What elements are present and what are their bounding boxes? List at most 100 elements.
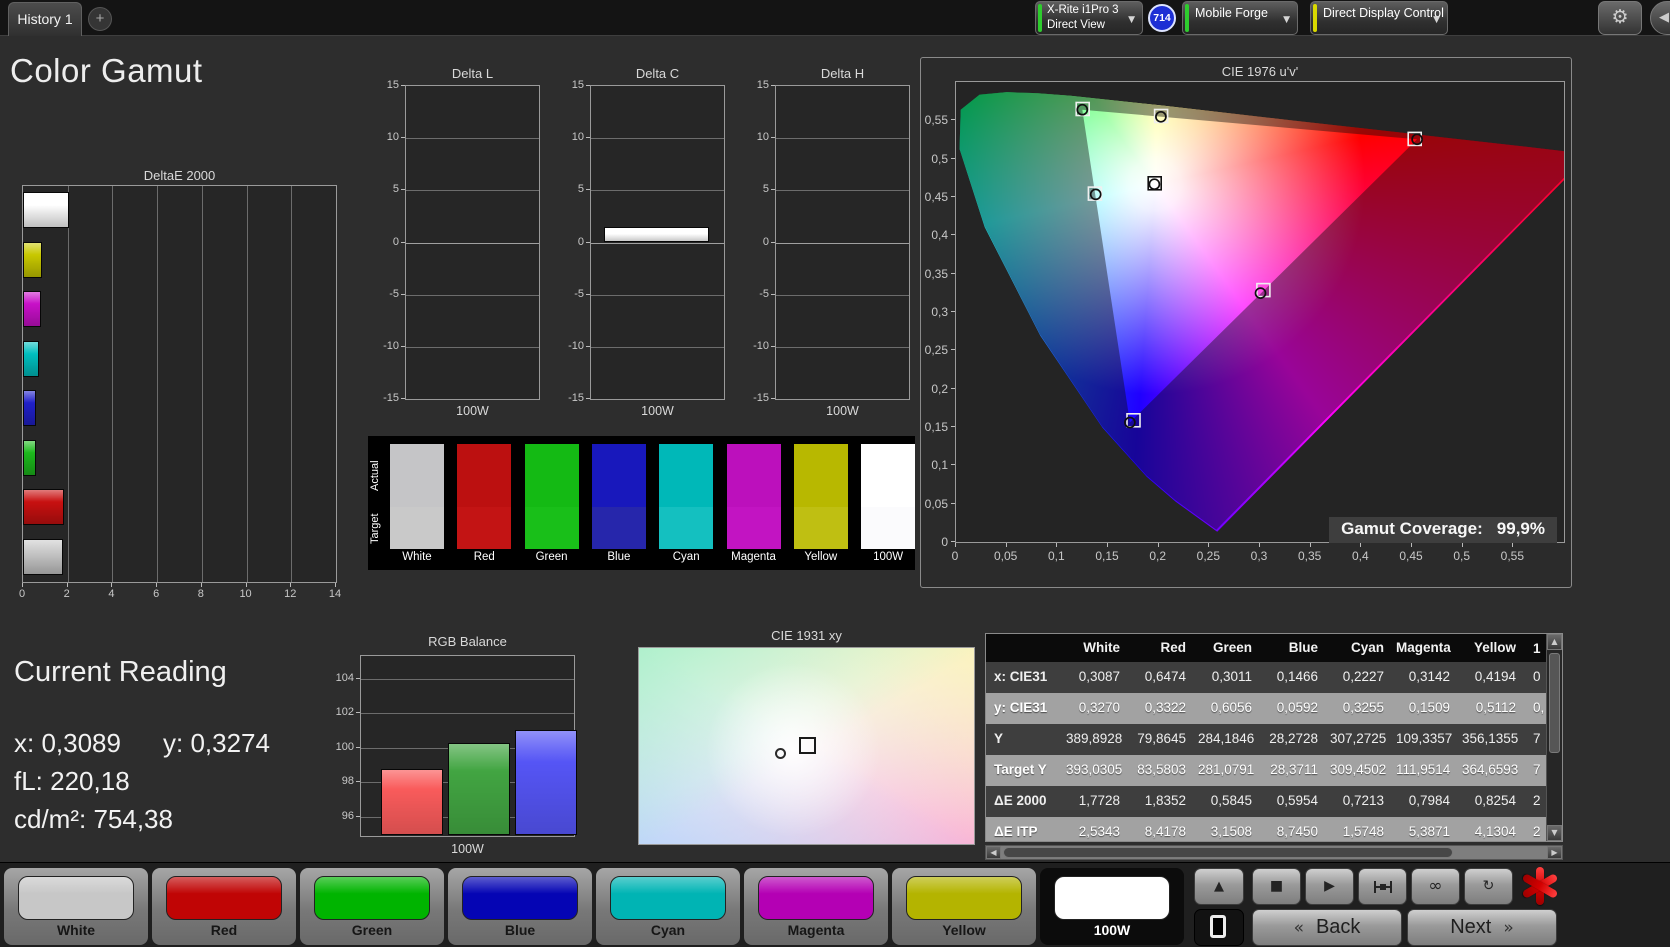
chevron-down-icon: ▼ (1433, 15, 1440, 25)
scroll-down-button[interactable]: ▼ (1547, 825, 1562, 841)
step-button[interactable] (1358, 868, 1407, 905)
axis-tick-label: -5 (389, 287, 399, 300)
new-tab-button[interactable]: + (88, 7, 112, 31)
gridline (246, 186, 248, 582)
red-asterisk-button[interactable] (1518, 865, 1562, 907)
pattern-swatch (166, 876, 282, 920)
gridline (157, 186, 159, 582)
cie-measured-marker-green (1076, 103, 1089, 116)
top-bar: History 1 + X-Rite i1Pro 3 Direct View ▼… (0, 0, 1670, 36)
table-header-blue: Blue (1264, 634, 1330, 662)
pattern-window-toggle-button[interactable] (1194, 909, 1244, 946)
table-cell-partial: 7 (1528, 724, 1546, 755)
axis-tick-label: -5 (759, 287, 769, 300)
axis-tick-label: 0 (951, 549, 959, 563)
next-chevron-icon: » (1503, 917, 1514, 938)
gamut-coverage-label: Gamut Coverage: (1341, 519, 1483, 538)
axis-tick (401, 241, 405, 243)
axis-tick-label: 0,1 (1047, 549, 1065, 563)
scroll-thumb[interactable] (1003, 847, 1453, 858)
table-cell: 0,8254 (1462, 786, 1528, 817)
pattern-button-cyan[interactable]: Cyan (596, 868, 740, 945)
axis-tick (290, 583, 292, 587)
axis-tick (356, 781, 360, 783)
table-horizontal-scrollbar[interactable]: ◀ ▶ (985, 845, 1563, 860)
axis-tick-label: 0,35 (924, 266, 948, 281)
gridline (361, 678, 574, 680)
table-cell: 0,6474 (1132, 662, 1198, 693)
step-icon (1373, 881, 1392, 893)
axis-tick-label: 0,05 (924, 496, 948, 511)
cie1976-chart-title: CIE 1976 u'v' (1221, 64, 1299, 79)
table-cell: 0,7213 (1330, 786, 1396, 817)
workflow-dropdown[interactable]: Direct Display Control ▼ (1310, 1, 1448, 35)
scroll-right-button[interactable]: ▶ (1547, 846, 1562, 859)
pattern-up-button[interactable]: ▲ (1194, 868, 1244, 905)
axis-tick-label: 0,25 (924, 343, 948, 358)
scroll-thumb[interactable] (1549, 653, 1560, 753)
swatch-column-green (524, 444, 579, 549)
axis-tick-label: 100 (335, 740, 354, 753)
axis-tick-label: 0,25 (1196, 549, 1221, 563)
gridline (776, 242, 909, 244)
tab-history-1[interactable]: History 1 (8, 2, 82, 36)
continuous-button[interactable]: ∞ (1411, 868, 1460, 905)
table-cell: 0,3322 (1132, 693, 1198, 724)
chevron-down-icon: ▼ (1128, 15, 1135, 25)
workflow-status-stripe (1313, 4, 1317, 32)
axis-tick-label: 0 (577, 235, 584, 248)
pattern-button-white[interactable]: White (4, 868, 148, 945)
next-button[interactable]: Next » (1407, 909, 1557, 946)
pattern-button-yellow[interactable]: Yellow (892, 868, 1036, 945)
gridline (776, 294, 909, 296)
axis-tick (951, 541, 955, 542)
pattern-button-100w[interactable]: 100W (1040, 868, 1184, 945)
settings-gear-button[interactable]: ⚙ (1598, 1, 1642, 35)
axis-tick-label: 8 (197, 588, 204, 600)
axis-tick-label: 5 (392, 183, 399, 196)
axis-tick-label: 0,2 (931, 381, 948, 396)
axis-tick (586, 85, 590, 86)
back-button[interactable]: « Back (1252, 909, 1402, 946)
delta-l-chart (405, 85, 540, 400)
table-cell: 307,2725 (1330, 724, 1396, 755)
gridline (112, 186, 114, 582)
rgb-balance-chart-title: RGB Balance (428, 634, 507, 649)
axis-tick (1411, 543, 1412, 547)
source-dropdown[interactable]: Mobile Forge ▼ (1182, 1, 1298, 35)
pattern-button-magenta[interactable]: Magenta (744, 868, 888, 945)
gridline (591, 346, 724, 348)
play-button[interactable]: ▶ (1305, 868, 1354, 905)
swatch-label-white: White (402, 551, 432, 563)
pattern-swatch (18, 876, 134, 920)
pattern-button-green[interactable]: Green (300, 868, 444, 945)
table-header-cyan: Cyan (1330, 634, 1396, 662)
deltae-bar-green (23, 439, 36, 476)
pattern-label: White (56, 922, 96, 938)
axis-tick-label: 0,45 (1399, 549, 1423, 563)
delta-bar-100w (604, 226, 709, 243)
stop-button[interactable]: ■ (1252, 868, 1301, 905)
deltae-bar-red (23, 489, 65, 525)
table-cell: 0,2227 (1330, 662, 1396, 693)
swatch-actual-100w (861, 444, 916, 507)
meter-dropdown[interactable]: X-Rite i1Pro 3 Direct View ▼ (1035, 1, 1143, 35)
table-cell-partial: 2 (1528, 786, 1546, 817)
table-vertical-scrollbar[interactable]: ▲ ▼ (1546, 634, 1562, 841)
gamut-coverage-value: 99,9% (1496, 519, 1545, 538)
pattern-button-red[interactable]: Red (152, 868, 296, 945)
deltae2000-x-axis: 0 2 4 6 8 10 12 14 (19, 588, 341, 602)
panel-collapse-button[interactable]: ◀ (1650, 1, 1670, 35)
cie-point-markers (1075, 101, 1423, 429)
axis-tick-label: 0 (941, 535, 948, 549)
pattern-swatch (314, 876, 430, 920)
refresh-button[interactable]: ↻ (1464, 868, 1513, 905)
swatch-column-blue (591, 444, 646, 549)
axis-tick-label: 0,05 (993, 549, 1018, 563)
scroll-up-button[interactable]: ▲ (1547, 634, 1562, 650)
table-cell: 8,4178 (1132, 817, 1198, 841)
pattern-button-blue[interactable]: Blue (448, 868, 592, 945)
axis-tick (1360, 543, 1362, 547)
scroll-left-button[interactable]: ◀ (986, 846, 1001, 859)
source-name: Mobile Forge (1195, 6, 1268, 20)
